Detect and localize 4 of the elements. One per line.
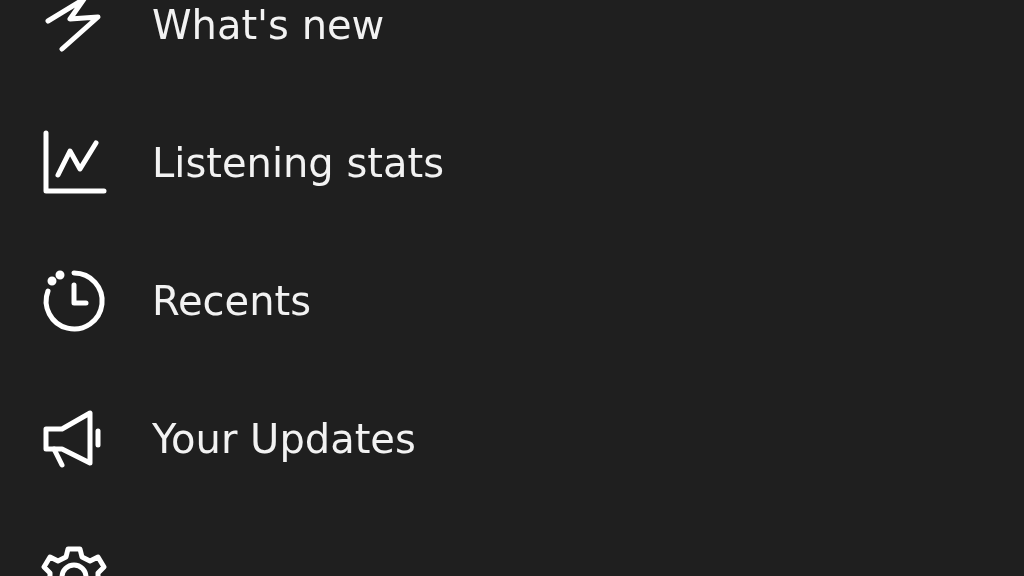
menu-item[interactable]: Recents	[152, 278, 312, 324]
menu-item[interactable]: What's new	[152, 2, 385, 48]
menu-item[interactable]: Listening stats	[152, 140, 444, 186]
menu-item[interactable]: Your Updates	[152, 416, 416, 462]
